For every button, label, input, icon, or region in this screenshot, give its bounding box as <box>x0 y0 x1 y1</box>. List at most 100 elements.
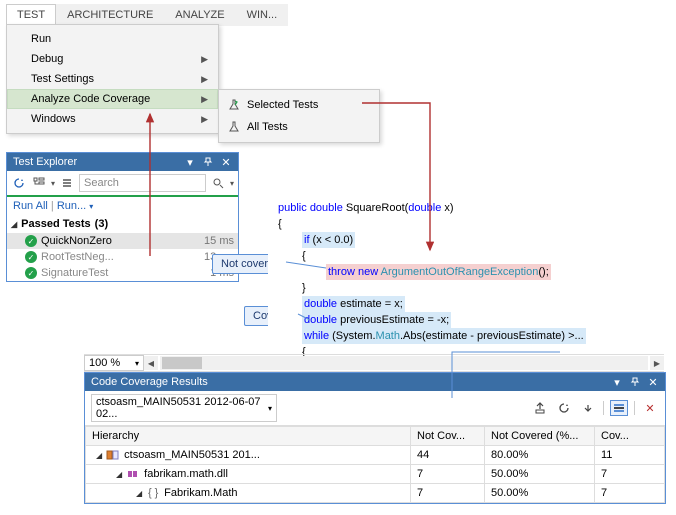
scroll-left-icon[interactable]: ◀ <box>144 356 158 370</box>
dropdown-arrow-icon[interactable]: ▾ <box>89 202 93 211</box>
submenu-selected-tests[interactable]: Selected Tests <box>219 94 379 116</box>
table-row[interactable]: ◢ ctsoasm_MAIN50531 201... 44 80.00% 11 <box>86 446 665 465</box>
menu-item-test-settings[interactable]: Test Settings ▶ <box>7 69 218 89</box>
window-menu-icon[interactable]: ▾ <box>609 375 625 389</box>
test-item[interactable]: ✓ SignatureTest 1 ms <box>7 265 238 281</box>
test-explorer-titlebar: Test Explorer ▾ ✕ <box>7 153 238 171</box>
close-icon[interactable]: ✕ <box>645 375 661 389</box>
export-icon[interactable] <box>579 400 597 416</box>
code-coverage-submenu: Selected Tests All Tests <box>218 89 380 143</box>
scroll-right-icon[interactable]: ▶ <box>650 356 664 370</box>
flask-icon <box>227 120 241 134</box>
table-header-row: Hierarchy Not Cov... Not Covered (%... C… <box>86 427 665 446</box>
menu-item-analyze-code-coverage[interactable]: Analyze Code Coverage ▶ <box>7 89 218 109</box>
ccr-toolbar: ctsoasm_MAIN50531 2012-06-07 02... ▾ ✕ <box>85 391 665 426</box>
cell-covered: 11 <box>595 446 665 465</box>
dropdown-arrow-icon[interactable]: ▾ <box>230 179 234 188</box>
chevron-down-icon: ▾ <box>135 359 139 368</box>
hier-label: ctsoasm_MAIN50531 201... <box>124 449 260 461</box>
test-time: 15 ms <box>204 235 234 247</box>
pin-icon[interactable] <box>200 155 216 169</box>
col-hierarchy[interactable]: Hierarchy <box>86 427 411 446</box>
cell-covered: 7 <box>595 465 665 484</box>
code-token: double <box>304 314 337 326</box>
horizontal-scrollbar[interactable] <box>160 356 648 370</box>
separator <box>603 401 604 415</box>
test-item[interactable]: ✓ RootTestNeg... 13 ms <box>7 249 238 265</box>
zoom-select[interactable]: 100 % ▾ <box>84 355 144 371</box>
close-icon[interactable]: ✕ <box>218 155 234 169</box>
collapse-icon: ◢ <box>11 220 17 229</box>
cell-not-covered-pct: 80.00% <box>485 446 595 465</box>
test-list: ◢ Passed Tests (3) ✓ QuickNonZero 15 ms … <box>7 215 238 281</box>
menu-tab-window[interactable]: WIN... <box>236 4 289 26</box>
code-token: public <box>278 202 307 214</box>
test-menu-dropdown: Run Debug ▶ Test Settings ▶ Analyze Code… <box>6 24 219 134</box>
collapse-icon[interactable]: ◢ <box>116 470 122 479</box>
search-input[interactable]: Search <box>79 174 206 192</box>
coverage-table: Hierarchy Not Cov... Not Covered (%... C… <box>85 426 665 503</box>
table-row[interactable]: ◢ fabrikam.math.dll 7 50.00% 7 <box>86 465 665 484</box>
collapse-icon[interactable]: ◢ <box>96 451 102 460</box>
menu-tab-architecture[interactable]: ARCHITECTURE <box>56 4 164 26</box>
code-token: { <box>278 218 282 230</box>
code-token: (); <box>538 266 548 278</box>
chevron-right-icon: ▶ <box>201 54 208 65</box>
test-group-heading[interactable]: ◢ Passed Tests (3) <box>7 215 238 233</box>
search-placeholder: Search <box>84 177 119 189</box>
code-token: .Abs(estimate - previousEstimate) >... <box>400 330 584 342</box>
submenu-all-tests[interactable]: All Tests <box>219 116 379 138</box>
delete-icon[interactable]: ✕ <box>641 400 659 416</box>
refresh-icon[interactable] <box>11 175 27 191</box>
code-token: double <box>310 202 343 214</box>
code-token: Math <box>376 330 400 342</box>
code-token: estimate = x; <box>337 298 403 310</box>
group-count: (3) <box>95 218 108 230</box>
coverage-run-select[interactable]: ctsoasm_MAIN50531 2012-06-07 02... ▾ <box>91 394 277 422</box>
table-row[interactable]: ◢ { } Fabrikam.Math 7 50.00% 7 <box>86 484 665 503</box>
chevron-right-icon: ▶ <box>201 114 208 125</box>
code-token: } <box>302 282 306 294</box>
menu-item-label: Run <box>31 33 51 45</box>
run-link[interactable]: Run... <box>57 200 86 212</box>
col-covered[interactable]: Cov... <box>595 427 665 446</box>
module-icon <box>126 468 140 480</box>
group-tree-icon[interactable] <box>31 175 47 191</box>
pass-icon: ✓ <box>25 267 37 279</box>
pin-icon[interactable] <box>627 375 643 389</box>
test-name: RootTestNeg... <box>41 251 114 263</box>
menu-bar: TEST ARCHITECTURE ANALYZE WIN... <box>6 4 288 26</box>
code-token: x) <box>441 202 453 214</box>
dropdown-arrow-icon[interactable]: ▾ <box>51 179 55 188</box>
menu-tab-test[interactable]: TEST <box>6 4 56 26</box>
scroll-thumb[interactable] <box>162 357 202 369</box>
run-bar: Run All | Run... ▾ <box>7 197 238 215</box>
import-icon[interactable] <box>531 400 549 416</box>
flask-check-icon <box>227 98 241 112</box>
test-item[interactable]: ✓ QuickNonZero 15 ms <box>7 233 238 249</box>
cell-not-covered: 7 <box>411 484 485 503</box>
search-icon[interactable] <box>210 175 226 191</box>
code-editor[interactable]: public double SquareRoot(double x) { if … <box>268 200 664 360</box>
editor-zoom-bar: 100 % ▾ ◀ ▶ <box>84 354 664 372</box>
list-icon[interactable] <box>59 175 75 191</box>
collapse-icon[interactable]: ◢ <box>136 489 142 498</box>
ccr-titlebar: Code Coverage Results ▾ ✕ <box>85 373 665 391</box>
run-all-link[interactable]: Run All <box>13 200 48 212</box>
menu-item-label: Windows <box>31 113 76 125</box>
cell-not-covered-pct: 50.00% <box>485 484 595 503</box>
menu-item-debug[interactable]: Debug ▶ <box>7 49 218 69</box>
col-not-covered[interactable]: Not Cov... <box>411 427 485 446</box>
window-menu-icon[interactable]: ▾ <box>182 155 198 169</box>
menu-tab-analyze[interactable]: ANALYZE <box>164 4 235 26</box>
chevron-right-icon: ▶ <box>201 74 208 85</box>
menu-item-windows[interactable]: Windows ▶ <box>7 109 218 129</box>
toggle-coloring-button[interactable] <box>610 400 628 416</box>
menu-item-label: Analyze Code Coverage <box>31 93 150 105</box>
panel-title-text: Code Coverage Results <box>91 376 208 388</box>
col-not-covered-pct[interactable]: Not Covered (%... <box>485 427 595 446</box>
menu-item-run[interactable]: Run <box>7 29 218 49</box>
code-token: double <box>408 202 441 214</box>
refresh-icon[interactable] <box>555 400 573 416</box>
coverage-run-value: ctsoasm_MAIN50531 2012-06-07 02... <box>96 396 268 420</box>
